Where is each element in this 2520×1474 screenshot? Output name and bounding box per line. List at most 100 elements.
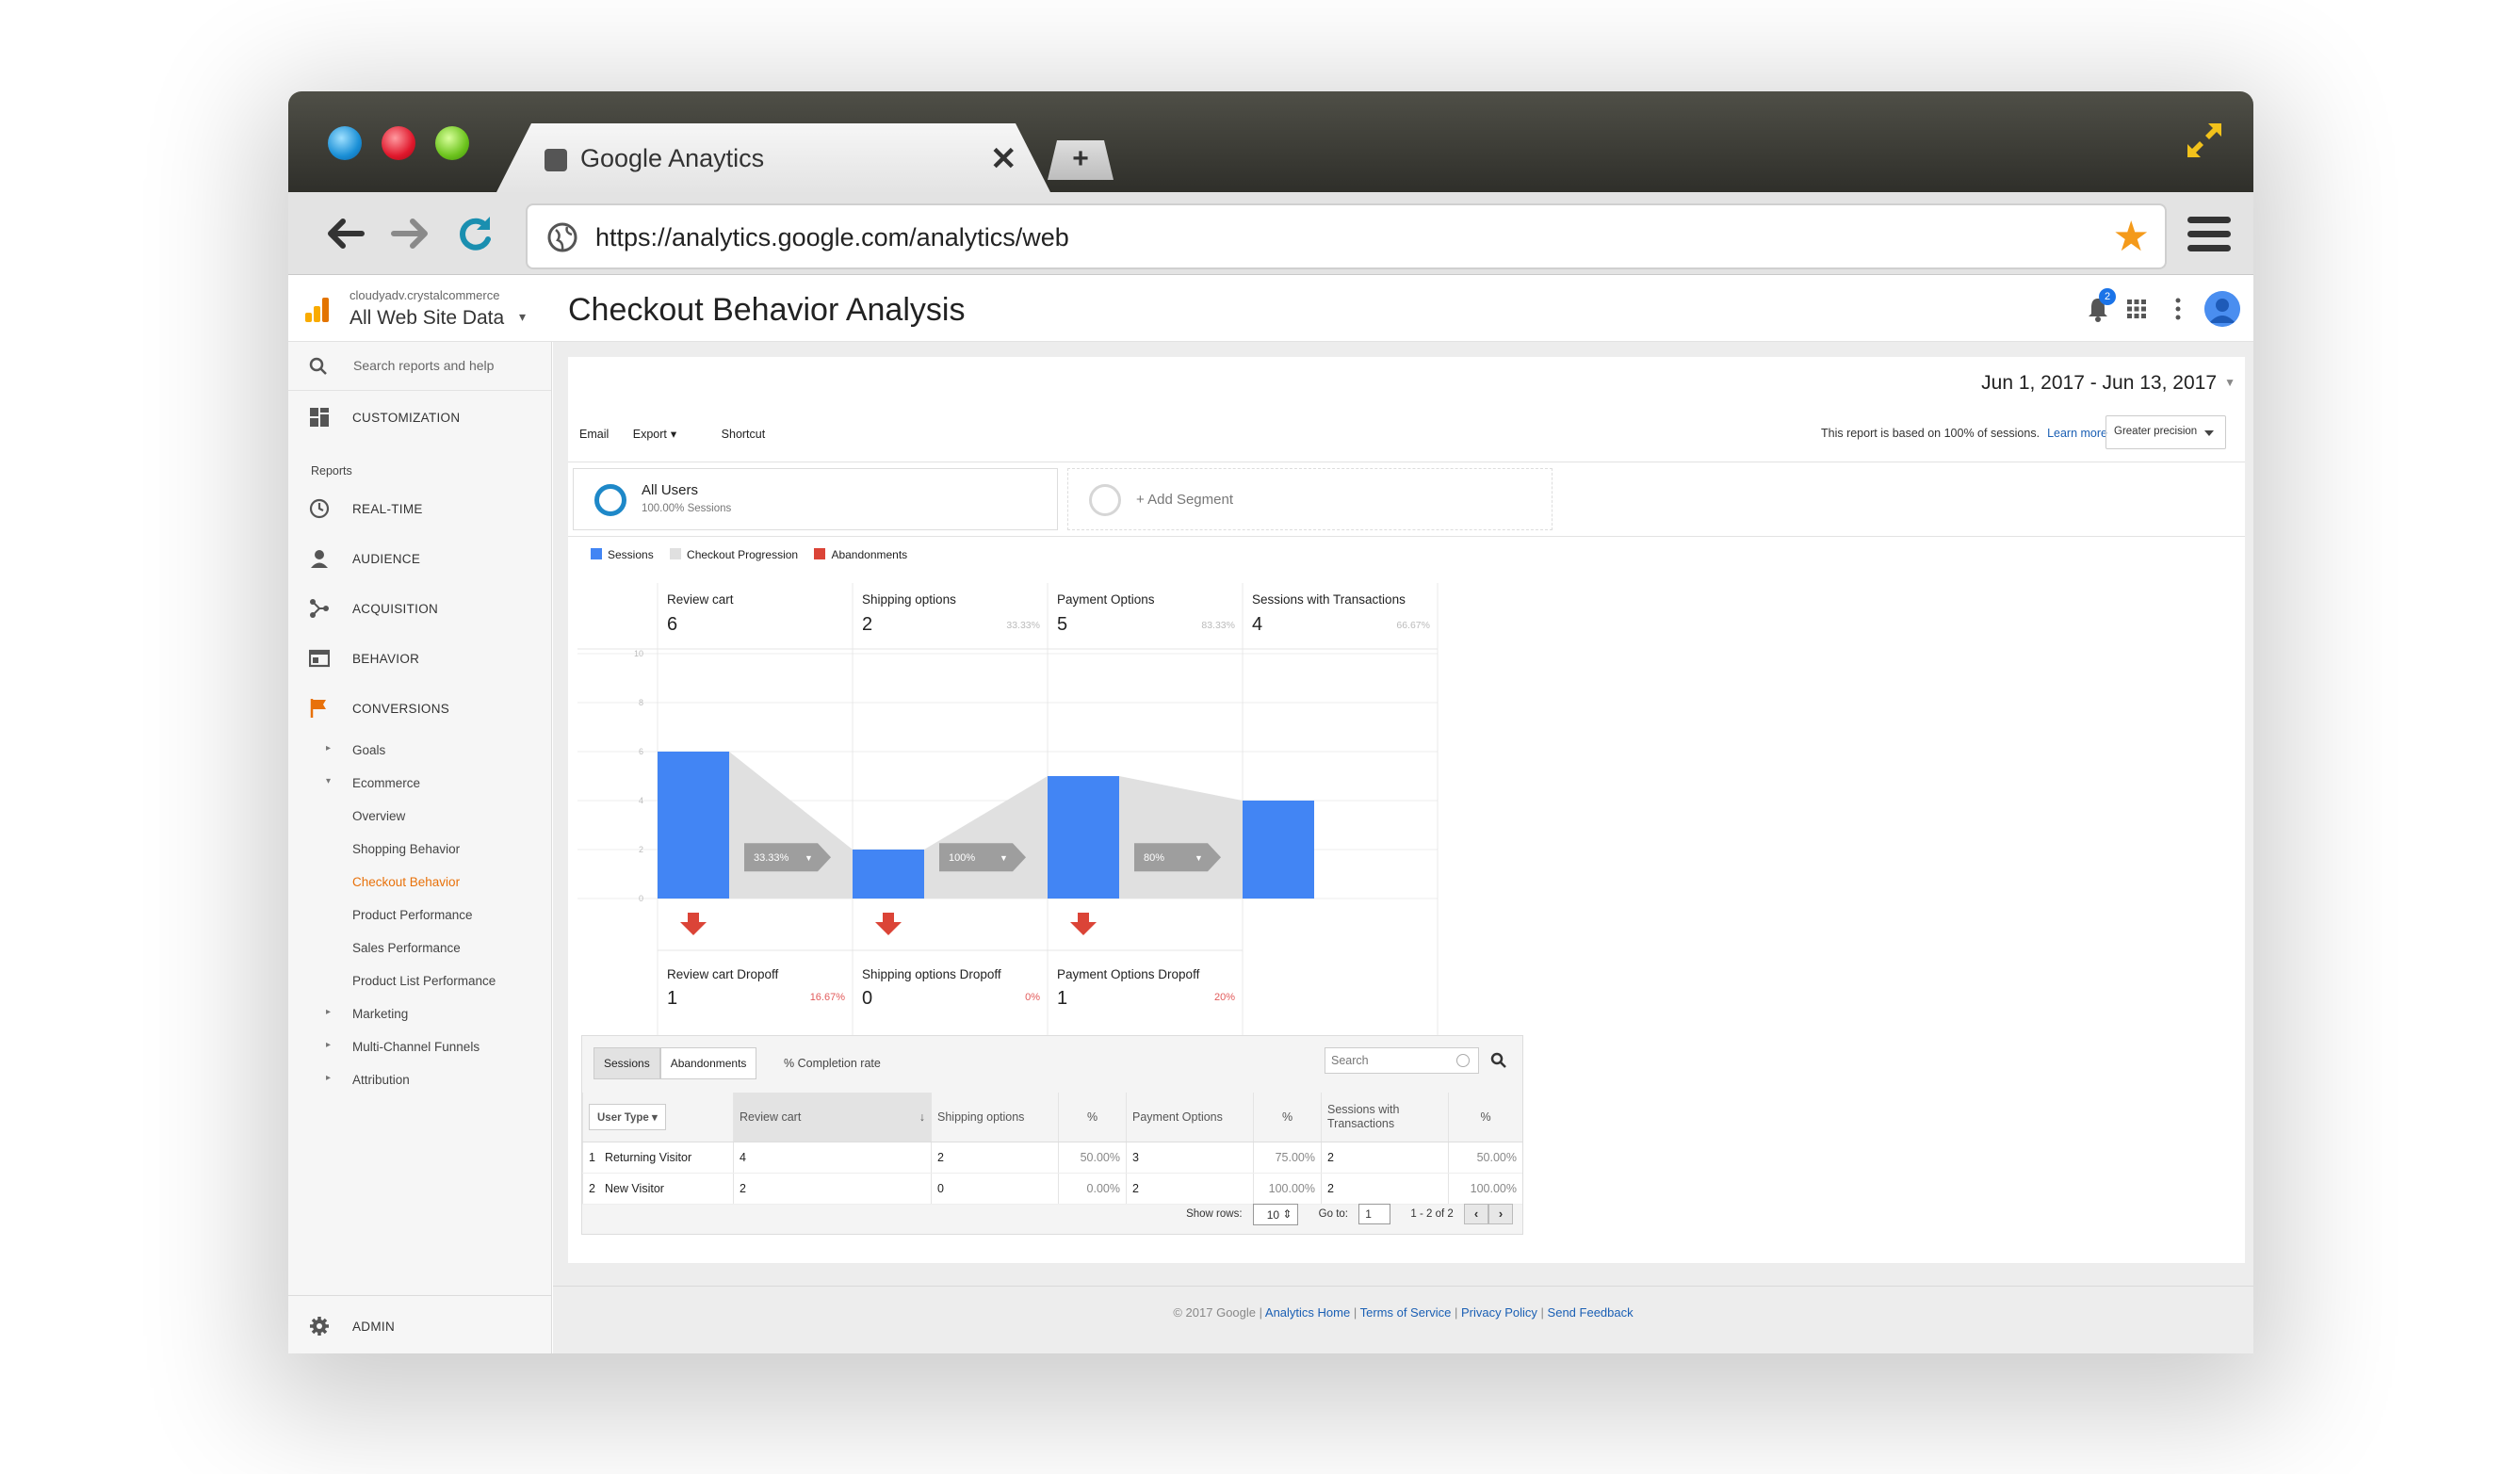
reports-heading: Reports [311, 464, 352, 478]
sidebar-sub-overview[interactable]: Overview [288, 802, 551, 832]
property-selector[interactable]: All Web Site Data [350, 307, 504, 330]
legend-sessions: Sessions [591, 548, 654, 561]
completion-rate-toggle[interactable]: % Completion rate [784, 1057, 881, 1070]
date-caret-icon[interactable]: ▼ [2224, 376, 2235, 389]
shortcut-button[interactable]: Shortcut [722, 428, 766, 441]
col-sessions-transactions[interactable]: Sessions with Transactions [1321, 1093, 1449, 1142]
goto-input[interactable]: 1 [1358, 1204, 1391, 1225]
sidebar-item-realtime[interactable]: REAL-TIME [288, 487, 551, 532]
search-icon[interactable] [1490, 1052, 1507, 1069]
email-button[interactable]: Email [579, 428, 609, 441]
col-shipping-pct[interactable]: % [1058, 1093, 1127, 1142]
behavior-icon [309, 649, 330, 668]
user-type-dropdown[interactable]: User Type ▾ [589, 1103, 666, 1130]
sidebar-sub-checkout-behavior[interactable]: Checkout Behavior [288, 867, 551, 898]
col-shipping-options[interactable]: Shipping options [931, 1093, 1059, 1142]
step-label: Shipping options [862, 592, 956, 607]
sidebar-sub-product-performance[interactable]: Product Performance [288, 900, 551, 931]
forward-arrow-icon[interactable] [390, 213, 431, 254]
sidebar-item-customization[interactable]: CUSTOMIZATION [288, 396, 551, 441]
precision-select[interactable]: Greater precision [2105, 415, 2226, 449]
sidebar-item-conversions[interactable]: CONVERSIONS [288, 687, 551, 732]
learn-more-link[interactable]: Learn more [2047, 427, 2107, 440]
sidebar-item-acquisition[interactable]: ACQUISITION [288, 587, 551, 632]
more-vert-icon[interactable] [2174, 298, 2182, 320]
back-arrow-icon[interactable] [324, 213, 366, 254]
sidebar: Search reports and help CUSTOMIZATION Re… [288, 342, 552, 1353]
pagination: Show rows: 10 ⇕ Go to: 1 1 - 2 of 2 ‹ › [1179, 1204, 1513, 1228]
footer-link-terms[interactable]: Terms of Service [1360, 1305, 1452, 1320]
avatar-icon[interactable] [2204, 291, 2240, 327]
legend-label: Abandonments [831, 548, 908, 561]
browser-window: Google Anaytics ✕ + https://analytics.go… [288, 91, 2253, 1353]
sidebar-sub-shopping-behavior[interactable]: Shopping Behavior [288, 834, 551, 865]
clear-search-icon[interactable] [1456, 1054, 1470, 1067]
analytics-logo-icon [305, 298, 329, 322]
sidebar-item-behavior[interactable]: BEHAVIOR [288, 637, 551, 682]
bookmark-star-icon[interactable]: ★ [2113, 215, 2150, 260]
user-type-value[interactable]: Returning Visitor [605, 1151, 691, 1164]
sidebar-sub-sales-performance[interactable]: Sales Performance [288, 933, 551, 964]
traffic-light-red[interactable] [382, 126, 415, 160]
date-range-picker[interactable]: Jun 1, 2017 - Jun 13, 2017 [1981, 372, 2217, 395]
sidebar-sub-marketing[interactable]: ▸ Marketing [288, 999, 551, 1029]
prev-page-button[interactable]: ‹ [1464, 1204, 1488, 1225]
segment-all-users[interactable]: All Users 100.00% Sessions [573, 468, 1058, 530]
sidebar-search-placeholder[interactable]: Search reports and help [353, 358, 494, 373]
new-tab-button[interactable]: + [1048, 140, 1114, 180]
table-row[interactable]: 2 New Visitor 2 0 0.00% 2 100.00% 2 100.0… [582, 1173, 1522, 1205]
col-payment-options[interactable]: Payment Options [1126, 1093, 1254, 1142]
url-text[interactable]: https://analytics.google.com/analytics/w… [595, 223, 1069, 252]
sidebar-sub-goals[interactable]: ▸ Goals [288, 736, 551, 766]
col-user-type[interactable]: User Type ▾ [582, 1093, 734, 1142]
legend-label: Sessions [608, 548, 654, 561]
show-rows-select[interactable]: 10 ⇕ [1252, 1204, 1299, 1225]
sidebar-item-admin[interactable]: ADMIN [288, 1304, 551, 1350]
step-value: 4 [1252, 614, 1262, 635]
shipping-pct-cell: 0.00% [1058, 1173, 1127, 1205]
add-segment-button[interactable]: + Add Segment [1067, 468, 1553, 530]
y-tick-label: 8 [639, 698, 643, 707]
hamburger-menu-icon[interactable] [2187, 217, 2231, 252]
step-percent: 66.67% [1396, 620, 1430, 631]
apps-grid-icon[interactable] [2127, 300, 2146, 318]
property-caret-icon[interactable]: ▾ [519, 309, 526, 325]
browser-tab[interactable]: Google Anaytics ✕ [496, 123, 1051, 194]
col-review-cart[interactable]: Review cart ↓ [733, 1093, 932, 1142]
footer-link-analytics-home[interactable]: Analytics Home [1265, 1305, 1350, 1320]
traffic-light-blue[interactable] [328, 126, 362, 160]
step-percent: 83.33% [1201, 620, 1235, 631]
sidebar-sub-label: Ecommerce [352, 776, 421, 790]
traffic-light-green[interactable] [435, 126, 469, 160]
table-row[interactable]: 1 Returning Visitor 4 2 50.00% 3 75.00% 2… [582, 1142, 1522, 1174]
show-rows-value: 10 [1266, 1207, 1280, 1222]
progression-percent: 80% [1144, 852, 1164, 864]
export-button[interactable]: Export ▾ [633, 428, 697, 441]
next-page-button[interactable]: › [1488, 1204, 1513, 1225]
sidebar-sub-multi-channel-funnels[interactable]: ▸ Multi-Channel Funnels [288, 1032, 551, 1062]
tab-sessions[interactable]: Sessions [593, 1047, 660, 1079]
dropoff-value: 0 [862, 988, 872, 1009]
sidebar-label-realtime: REAL-TIME [352, 502, 423, 516]
sidebar-sub-ecommerce[interactable]: ▾ Ecommerce [288, 769, 551, 799]
sidebar-sub-attribution[interactable]: ▸ Attribution [288, 1065, 551, 1095]
col-payment-pct[interactable]: % [1253, 1093, 1322, 1142]
expand-icon[interactable] [2184, 120, 2225, 161]
footer-link-privacy[interactable]: Privacy Policy [1461, 1305, 1537, 1320]
close-tab-icon[interactable]: ✕ [990, 140, 1017, 178]
sidebar-sub-product-list-performance[interactable]: Product List Performance [288, 966, 551, 996]
shipping-pct-cell: 50.00% [1058, 1142, 1127, 1174]
globe-icon [547, 222, 577, 252]
sidebar-label-admin: ADMIN [352, 1320, 395, 1334]
user-type-value[interactable]: New Visitor [605, 1182, 664, 1195]
tab-abandonments[interactable]: Abandonments [659, 1047, 757, 1079]
footer-link-feedback[interactable]: Send Feedback [1548, 1305, 1634, 1320]
col-transactions-pct[interactable]: % [1448, 1093, 1522, 1142]
address-bar[interactable]: https://analytics.google.com/analytics/w… [526, 203, 2167, 269]
sidebar-search[interactable]: Search reports and help [288, 342, 551, 391]
account-name[interactable]: cloudyadv.crystalcommerce [350, 288, 499, 302]
sidebar-item-audience[interactable]: AUDIENCE [288, 537, 551, 582]
y-tick-label: 10 [634, 649, 643, 658]
reload-icon[interactable] [454, 213, 496, 254]
y-tick-label: 4 [639, 796, 643, 805]
